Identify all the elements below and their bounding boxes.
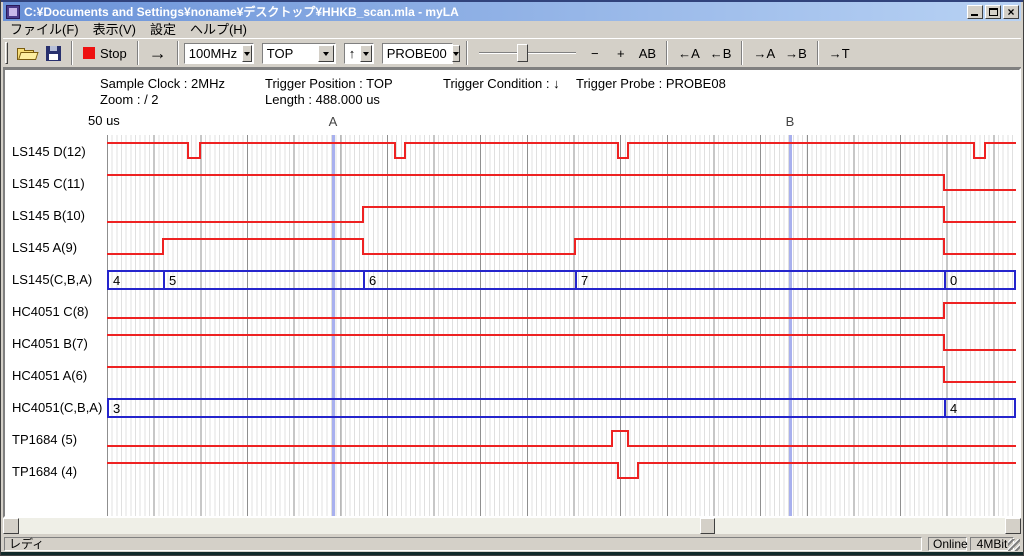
bus-value: 3 xyxy=(113,401,120,416)
bus-value: 5 xyxy=(169,273,176,288)
toolbar-button-a[interactable]: →A xyxy=(748,41,780,65)
bus-divider xyxy=(944,400,946,416)
title-bar: C:¥Documents and Settings¥noname¥デスクトップ¥… xyxy=(3,2,1021,21)
menu-item-3[interactable]: ヘルプ(H) xyxy=(183,22,254,38)
trigger-edge-select[interactable]: ↑ xyxy=(344,43,374,64)
menu-item-1[interactable]: 表示(V) xyxy=(86,22,143,38)
toolbar-separator xyxy=(741,41,743,65)
toolbar-button-[interactable]: + xyxy=(608,41,634,65)
bus-trace: 4 5 6 7 0 xyxy=(107,270,1016,290)
toolbar-separator xyxy=(466,41,468,65)
toolbar-separator xyxy=(137,41,139,65)
chevron-down-icon xyxy=(244,52,250,59)
scrollbar-thumb[interactable] xyxy=(700,518,715,534)
waveform-trace xyxy=(107,335,1016,350)
toolbar-button-b[interactable]: →B xyxy=(780,41,812,65)
close-icon: × xyxy=(1004,5,1018,19)
sample-clock-select[interactable]: 100MHz xyxy=(184,43,254,64)
horizontal-scrollbar[interactable] xyxy=(3,518,1021,534)
close-button[interactable]: × xyxy=(1003,5,1019,19)
trigger-edge-select-value: ↑ xyxy=(345,46,360,61)
bus-value: 4 xyxy=(950,401,957,416)
waveform-panel: Sample Clock : 2MHz Zoom : / 2 Trigger P… xyxy=(3,68,1021,518)
dropdown-arrow-button[interactable] xyxy=(318,45,334,62)
chevron-down-icon xyxy=(453,52,459,59)
trigger-position-select-value: TOP xyxy=(263,46,317,61)
scroll-right-icon xyxy=(1011,522,1019,530)
dropdown-arrow-button[interactable] xyxy=(242,45,252,62)
toolbar-button-ab[interactable]: AB xyxy=(634,41,661,65)
dropdown-arrow-button[interactable] xyxy=(360,45,372,62)
trigger-position-select[interactable]: TOP xyxy=(262,43,336,64)
minimize-button[interactable] xyxy=(967,5,983,19)
menu-bar: ファイル(F)表示(V)設定ヘルプ(H) xyxy=(3,21,1021,38)
window-bottom-edge xyxy=(0,552,1024,556)
toolbar-separator xyxy=(71,41,73,65)
menu-item-0[interactable]: ファイル(F) xyxy=(3,22,86,38)
stop-button-label: Stop xyxy=(100,46,127,61)
window-title: C:¥Documents and Settings¥noname¥デスクトップ¥… xyxy=(24,3,963,20)
waveform-trace xyxy=(107,463,1016,478)
save-file-button[interactable] xyxy=(41,41,66,65)
bus-divider xyxy=(163,272,165,288)
scroll-left-icon xyxy=(5,522,13,530)
toolbar-separator xyxy=(666,41,668,65)
status-bar: レディ Online 4MBit xyxy=(3,536,1021,552)
dropdown-arrow-button[interactable] xyxy=(452,45,460,62)
stop-button[interactable]: Stop xyxy=(78,41,132,65)
waveform-trace xyxy=(107,303,1016,318)
menu-item-2[interactable]: 設定 xyxy=(143,22,183,38)
scroll-left-button[interactable] xyxy=(3,518,19,534)
bus-value: 6 xyxy=(369,273,376,288)
app-icon xyxy=(6,5,20,19)
chevron-down-icon xyxy=(323,52,329,59)
zoom-slider[interactable] xyxy=(479,41,576,65)
waveform-trace xyxy=(107,143,1016,158)
waveform-traces xyxy=(5,70,1019,516)
toolbar-button-t[interactable]: →T xyxy=(824,41,855,65)
toolbar: Stop → 100MHz TOP ↑ PROBE00 −+AB ←A←B →A→B →T xyxy=(3,38,1021,68)
maximize-icon xyxy=(989,8,998,16)
minimize-icon xyxy=(971,14,978,16)
toolbar-grip xyxy=(5,42,8,64)
bus-divider xyxy=(575,272,577,288)
waveform-trace xyxy=(107,175,1016,190)
toolbar-button-b[interactable]: ←B xyxy=(705,41,737,65)
open-folder-icon xyxy=(17,46,36,60)
bus-divider xyxy=(944,272,946,288)
bus-trace: 34 xyxy=(107,398,1016,418)
waveform-trace xyxy=(107,431,1016,446)
bus-value: 4 xyxy=(113,273,120,288)
bus-divider xyxy=(363,272,365,288)
trigger-probe-select-value: PROBE00 xyxy=(383,46,451,61)
save-floppy-icon xyxy=(46,46,61,61)
chevron-down-icon xyxy=(363,52,369,59)
scroll-right-button[interactable] xyxy=(1005,518,1021,534)
toolbar-button-a[interactable]: ←A xyxy=(673,41,705,65)
toolbar-separator xyxy=(177,41,179,65)
waveform-trace xyxy=(107,367,1016,382)
waveform-trace xyxy=(107,239,1016,254)
open-file-button[interactable] xyxy=(12,41,41,65)
trigger-probe-select[interactable]: PROBE00 xyxy=(382,43,453,64)
status-online: Online xyxy=(928,537,967,551)
resize-grip[interactable] xyxy=(1008,539,1020,551)
stop-square-icon xyxy=(83,47,95,59)
run-button[interactable]: → xyxy=(144,41,172,65)
sample-clock-select-value: 100MHz xyxy=(185,46,241,61)
toolbar-separator xyxy=(817,41,819,65)
toolbar-button-[interactable]: − xyxy=(582,41,608,65)
maximize-button[interactable] xyxy=(985,5,1001,19)
bus-value: 7 xyxy=(581,273,588,288)
waveform-trace xyxy=(107,207,1016,222)
bus-value: 0 xyxy=(950,273,957,288)
status-ready: レディ xyxy=(4,537,922,551)
zoom-slider-thumb[interactable] xyxy=(517,44,528,62)
run-arrow-icon: → xyxy=(149,44,167,62)
